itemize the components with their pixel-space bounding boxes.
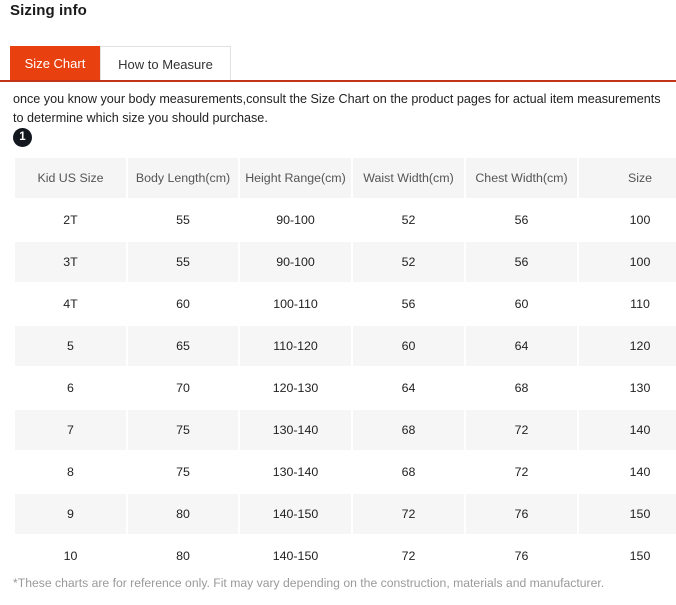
table-row: 4T 60 100-110 56 60 110 [15, 284, 676, 324]
cell-size: 130 [579, 368, 676, 408]
cell-body-length: 55 [128, 200, 238, 240]
cell-waist-width: 56 [353, 284, 464, 324]
tab-how-to-measure[interactable]: How to Measure [100, 46, 231, 81]
cell-chest-width: 76 [466, 494, 577, 534]
cell-height-range: 130-140 [240, 452, 351, 492]
column-header-waist-width: Waist Width(cm) [353, 158, 464, 198]
cell-kid-us-size: 9 [15, 494, 126, 534]
table-row: 8 75 130-140 68 72 140 [15, 452, 676, 492]
cell-size: 120 [579, 326, 676, 366]
cell-body-length: 75 [128, 410, 238, 450]
cell-waist-width: 72 [353, 536, 464, 576]
tab-size-chart[interactable]: Size Chart [10, 46, 100, 81]
cell-size: 110 [579, 284, 676, 324]
cell-waist-width: 72 [353, 494, 464, 534]
tab-how-to-measure-label: How to Measure [118, 56, 213, 72]
cell-body-length: 75 [128, 452, 238, 492]
table-row: 5 65 110-120 60 64 120 [15, 326, 676, 366]
intro-text: once you know your body measurements,con… [13, 92, 661, 125]
step-badge-1: 1 [13, 128, 32, 147]
page-title: Sizing info [10, 2, 87, 19]
table-row: 7 75 130-140 68 72 140 [15, 410, 676, 450]
cell-kid-us-size: 10 [15, 536, 126, 576]
cell-height-range: 120-130 [240, 368, 351, 408]
cell-height-range: 140-150 [240, 536, 351, 576]
cell-height-range: 100-110 [240, 284, 351, 324]
cell-kid-us-size: 7 [15, 410, 126, 450]
tab-bar: Size Chart How to Measure [10, 46, 231, 81]
cell-body-length: 65 [128, 326, 238, 366]
cell-kid-us-size: 5 [15, 326, 126, 366]
table-row: 3T 55 90-100 52 56 100 [15, 242, 676, 282]
cell-size: 150 [579, 494, 676, 534]
size-chart-table: Kid US Size Body Length(cm) Height Range… [13, 156, 676, 578]
cell-size: 100 [579, 242, 676, 282]
table-row: 2T 55 90-100 52 56 100 [15, 200, 676, 240]
cell-body-length: 70 [128, 368, 238, 408]
column-header-size: Size [579, 158, 676, 198]
cell-waist-width: 64 [353, 368, 464, 408]
cell-size: 100 [579, 200, 676, 240]
cell-body-length: 80 [128, 536, 238, 576]
column-header-chest-width: Chest Width(cm) [466, 158, 577, 198]
cell-chest-width: 64 [466, 326, 577, 366]
cell-size: 140 [579, 452, 676, 492]
cell-kid-us-size: 6 [15, 368, 126, 408]
tab-underline-rule [0, 80, 676, 82]
cell-body-length: 55 [128, 242, 238, 282]
cell-size: 140 [579, 410, 676, 450]
column-header-height-range: Height Range(cm) [240, 158, 351, 198]
table-row: 10 80 140-150 72 76 150 [15, 536, 676, 576]
cell-chest-width: 72 [466, 410, 577, 450]
cell-kid-us-size: 8 [15, 452, 126, 492]
cell-waist-width: 60 [353, 326, 464, 366]
column-header-body-length: Body Length(cm) [128, 158, 238, 198]
table-row: 9 80 140-150 72 76 150 [15, 494, 676, 534]
cell-kid-us-size: 2T [15, 200, 126, 240]
disclaimer-footnote: *These charts are for reference only. Fi… [13, 576, 605, 590]
table-row: 6 70 120-130 64 68 130 [15, 368, 676, 408]
cell-height-range: 130-140 [240, 410, 351, 450]
cell-body-length: 60 [128, 284, 238, 324]
cell-chest-width: 76 [466, 536, 577, 576]
cell-height-range: 90-100 [240, 242, 351, 282]
cell-chest-width: 68 [466, 368, 577, 408]
cell-body-length: 80 [128, 494, 238, 534]
cell-chest-width: 72 [466, 452, 577, 492]
cell-kid-us-size: 3T [15, 242, 126, 282]
table-header-row: Kid US Size Body Length(cm) Height Range… [15, 158, 676, 198]
cell-chest-width: 60 [466, 284, 577, 324]
table-body: 2T 55 90-100 52 56 100 3T 55 90-100 52 5… [15, 200, 676, 576]
cell-kid-us-size: 4T [15, 284, 126, 324]
cell-height-range: 140-150 [240, 494, 351, 534]
cell-size: 150 [579, 536, 676, 576]
cell-waist-width: 68 [353, 410, 464, 450]
cell-height-range: 110-120 [240, 326, 351, 366]
top-banner-remnant [95, 0, 255, 14]
cell-chest-width: 56 [466, 200, 577, 240]
cell-waist-width: 68 [353, 452, 464, 492]
column-header-kid-us-size: Kid US Size [15, 158, 126, 198]
cell-waist-width: 52 [353, 242, 464, 282]
cell-height-range: 90-100 [240, 200, 351, 240]
tab-size-chart-label: Size Chart [24, 56, 86, 71]
cell-chest-width: 56 [466, 242, 577, 282]
cell-waist-width: 52 [353, 200, 464, 240]
